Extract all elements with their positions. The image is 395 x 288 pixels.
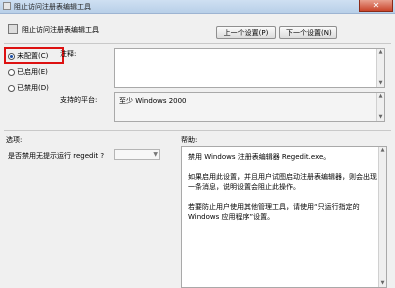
policy-icon (8, 24, 18, 34)
radio-label: 已禁用(D) (17, 84, 49, 92)
previous-setting-button[interactable]: 上一个设置(P) (216, 26, 276, 39)
section-divider (4, 130, 391, 131)
header-divider (4, 43, 391, 44)
help-paragraph: 若要防止用户使用其他管理工具，请使用“只运行指定的 Windows 应用程序”设… (188, 203, 360, 221)
platform-field: 至少 Windows 2000 ▲ ▼ (114, 92, 385, 122)
scroll-down-icon[interactable]: ▼ (377, 114, 384, 121)
option-question: 是否禁用无提示运行 regedit ? (8, 152, 105, 160)
help-paragraph: 如果启用此设置，并且用户试图启动注册表编辑器，则会出现一条消息，说明设置会阻止此… (188, 173, 377, 191)
scroll-down-icon[interactable]: ▼ (379, 280, 386, 287)
comment-field[interactable]: ▲ ▼ (114, 48, 385, 88)
options-pane: 是否禁用无提示运行 regedit ? ▼ (4, 146, 176, 288)
scroll-down-icon[interactable]: ▼ (377, 80, 384, 87)
scroll-up-icon[interactable]: ▲ (379, 147, 386, 154)
close-button[interactable]: ✕ (359, 0, 393, 12)
help-label: 帮助: (181, 136, 198, 144)
comment-scrollbar[interactable]: ▲ ▼ (376, 49, 384, 87)
options-label: 选项: (6, 136, 23, 144)
next-setting-button[interactable]: 下一个设置(N) (279, 26, 337, 39)
radio-enabled[interactable]: 已启用(E) (8, 67, 48, 79)
help-pane: 禁用 Windows 注册表编辑器 Regedit.exe。 如果启用此设置，并… (181, 146, 387, 288)
window-icon (3, 2, 11, 10)
help-paragraph: 禁用 Windows 注册表编辑器 Regedit.exe。 (188, 153, 331, 161)
radio-label: 未配置(C) (17, 52, 49, 60)
radio-not-configured[interactable]: 未配置(C) (8, 51, 48, 63)
radio-icon[interactable] (8, 84, 15, 92)
option-select[interactable]: ▼ (114, 149, 160, 160)
radio-selected-icon[interactable] (8, 52, 15, 60)
radio-label: 已启用(E) (17, 68, 48, 76)
help-scrollbar[interactable]: ▲ ▼ (378, 147, 386, 287)
comment-label: 注释: (60, 50, 77, 58)
policy-title: 阻止访问注册表编辑工具 (22, 26, 99, 34)
platform-value: 至少 Windows 2000 (119, 97, 187, 105)
title-bar: 阻止访问注册表编辑工具 ✕ (0, 0, 395, 14)
policy-dialog: 阻止访问注册表编辑工具 上一个设置(P) 下一个设置(N) 未配置(C) 已启用… (0, 14, 395, 288)
scroll-up-icon[interactable]: ▲ (377, 93, 384, 100)
platform-scrollbar[interactable]: ▲ ▼ (376, 93, 384, 121)
radio-disabled[interactable]: 已禁用(D) (8, 83, 49, 95)
platform-label: 支持的平台: (60, 96, 98, 104)
scroll-up-icon[interactable]: ▲ (377, 49, 384, 56)
window-title: 阻止访问注册表编辑工具 (14, 3, 91, 11)
radio-icon[interactable] (8, 68, 15, 76)
chevron-down-icon[interactable]: ▼ (153, 150, 158, 159)
